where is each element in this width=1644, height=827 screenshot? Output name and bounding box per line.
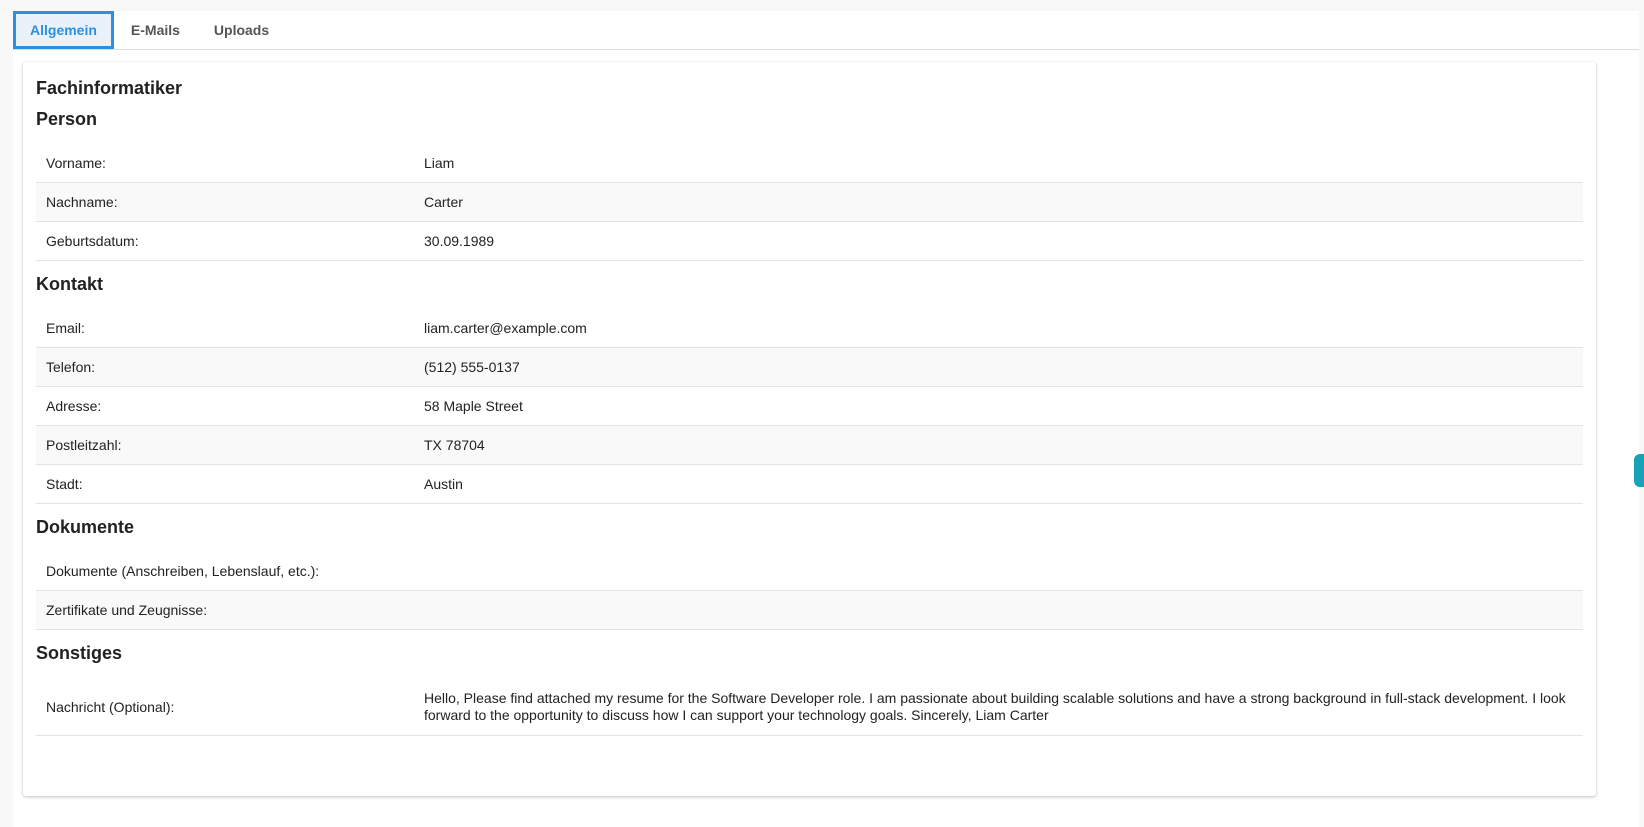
person-table: Vorname: Liam Nachname: Carter Geburtsda… [36, 144, 1583, 261]
table-row: Adresse: 58 Maple Street [36, 387, 1583, 426]
dokumente-table: Dokumente (Anschreiben, Lebenslauf, etc.… [36, 552, 1583, 630]
row-value: TX 78704 [424, 436, 485, 453]
tab-e-mails[interactable]: E-Mails [114, 11, 197, 49]
row-value: 30.09.1989 [424, 232, 495, 249]
table-row: Nachricht (Optional): Hello, Please find… [36, 678, 1583, 736]
row-label: Telefon: [46, 359, 96, 375]
row-value: 58 Maple Street [424, 397, 523, 414]
row-label: Adresse: [46, 398, 102, 414]
row-value: (512) 555-0137 [424, 358, 520, 375]
row-value: Austin [424, 475, 463, 492]
row-label: Dokumente (Anschreiben, Lebenslauf, etc.… [46, 563, 320, 579]
table-row: Zertifikate und Zeugnisse: [36, 591, 1583, 630]
table-row: Postleitzahl: TX 78704 [36, 426, 1583, 465]
sonstiges-table: Nachricht (Optional): Hello, Please find… [36, 678, 1583, 736]
table-row: Geburtsdatum: 30.09.1989 [36, 222, 1583, 261]
message-text: Hello, Please find attached my resume fo… [424, 689, 1566, 723]
row-label: Nachname: [46, 194, 118, 210]
table-row: Email: liam.carter@example.com [36, 309, 1583, 348]
tab-allgemein[interactable]: Allgemein [13, 11, 114, 49]
table-row: Telefon: (512) 555-0137 [36, 348, 1583, 387]
row-label: Nachricht (Optional): [46, 698, 175, 715]
row-label: Postleitzahl: [46, 437, 122, 453]
row-label: Email: [46, 320, 85, 336]
section-title-kontakt: Kontakt [36, 274, 103, 294]
table-row: Stadt: Austin [36, 465, 1583, 504]
row-value: Liam [424, 154, 455, 171]
tab-bar: Allgemein E-Mails Uploads [13, 11, 1639, 50]
row-label: Stadt: [46, 476, 83, 492]
row-label: Geburtsdatum: [46, 233, 139, 249]
card-title: Fachinformatiker [36, 78, 183, 98]
section-title-person: Person [36, 109, 98, 129]
row-value: Carter [424, 193, 463, 210]
kontakt-table: Email: liam.carter@example.com Telefon: … [36, 309, 1583, 504]
row-label: Zertifikate und Zeugnisse: [46, 602, 208, 618]
table-row: Dokumente (Anschreiben, Lebenslauf, etc.… [36, 552, 1583, 591]
table-row: Nachname: Carter [36, 183, 1583, 222]
row-label: Vorname: [46, 155, 106, 171]
section-title-sonstiges: Sonstiges [36, 643, 123, 663]
row-value: liam.carter@example.com [424, 319, 587, 336]
side-panel-handle[interactable] [1634, 454, 1644, 487]
tab-uploads[interactable]: Uploads [197, 11, 286, 49]
table-row: Vorname: Liam [36, 144, 1583, 183]
section-title-dokumente: Dokumente [36, 517, 135, 537]
applicant-card: Fachinformatiker Person Vorname: Liam Na… [23, 62, 1596, 796]
